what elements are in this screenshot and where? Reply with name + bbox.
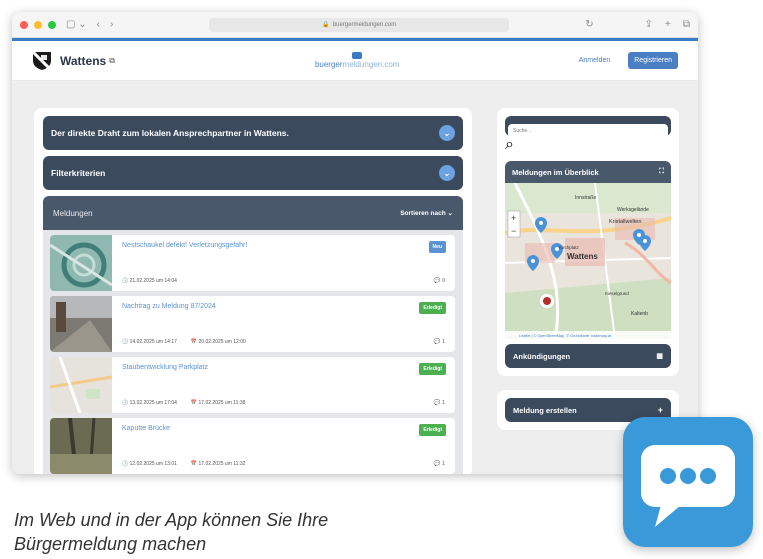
reports-panel: Meldungen Sortieren nach ⌄ Nestschaukel …: [43, 196, 463, 474]
browser-window: ▢ ⌄ ‹ › 🔒 buergermeldungen.com ↻ ⇪ + ⧉ W…: [12, 12, 698, 474]
filter-label: Filterkriterien: [51, 168, 106, 178]
done-date: 📅 17.02.2025 um 11:38: [190, 400, 246, 406]
browser-chrome: ▢ ⌄ ‹ › 🔒 buergermeldungen.com ↻ ⇪ + ⧉: [12, 12, 698, 38]
town-crest-icon: [32, 50, 52, 71]
address-text: buergermeldungen.com: [332, 21, 397, 28]
report-thumbnail: [50, 357, 112, 413]
done-date: 📅 20.02.2025 um 12:00: [190, 339, 246, 345]
created-date: 🕒 21.02.2025 um 14:04: [122, 278, 177, 284]
created-date: 🕒 13.02.2025 um 17:04: [122, 400, 177, 406]
address-bar[interactable]: 🔒 buergermeldungen.com: [209, 17, 510, 32]
report-thumbnail: [50, 418, 112, 474]
fullscreen-icon[interactable]: ⛶: [659, 168, 664, 176]
caption: Im Web und in der App können Sie Ihre Bü…: [14, 508, 534, 556]
map-label: Wattens: [567, 252, 598, 261]
brand-suffix: .com: [382, 60, 400, 69]
created-date: 🕒 14.02.2025 um 14:17: [122, 339, 177, 345]
status-badge: Erledigt: [419, 424, 446, 436]
status-badge: Neu: [428, 241, 446, 253]
new-tab-icon[interactable]: +: [665, 19, 671, 30]
search-box: [505, 116, 671, 138]
report-title[interactable]: Nestschaukel defekt! Verletzungsgefahr!: [122, 242, 445, 249]
reload-icon[interactable]: ↻: [585, 19, 593, 30]
brand-light: meldungen: [342, 60, 383, 69]
comment-count: 💬 1: [433, 461, 445, 467]
tabs-overview-icon[interactable]: ⧉: [683, 19, 690, 30]
map-label: Kristallwelten: [609, 219, 641, 225]
lock-icon: 🔒: [322, 22, 330, 28]
map-header: Meldungen im Überblick ⛶: [505, 161, 671, 183]
comment-count: 💬 1: [433, 339, 445, 345]
external-link-icon[interactable]: ⧉: [109, 56, 115, 66]
comment-count: 💬 0: [433, 278, 445, 284]
caption-line-1: Im Web und in der App können Sie Ihre: [14, 510, 329, 530]
done-date: 📅 17.02.2025 um 11:32: [190, 461, 246, 467]
minimize-window-button[interactable]: [34, 20, 42, 29]
announcements-accordion[interactable]: Ankündigungen ▦: [505, 344, 671, 368]
maximize-window-button[interactable]: [48, 20, 56, 29]
chevron-down-icon[interactable]: ⌄: [439, 125, 455, 141]
comment-count: 💬 1: [433, 400, 445, 406]
create-report-label: Meldung erstellen: [513, 405, 577, 415]
chat-bubble-icon: [641, 445, 735, 527]
map-canvas[interactable]: + − Innstraße Werksgelände Kristallwelte…: [505, 183, 671, 339]
direct-contact-label: Der direkte Draht zum lokalen Ansprechpa…: [51, 128, 289, 138]
forward-icon[interactable]: ›: [110, 19, 113, 30]
map-label: Innstraße: [575, 195, 596, 201]
report-item[interactable]: Kaputte Brücke Erledigt 🕒 12.02.2025 um …: [50, 418, 455, 474]
chevron-down-icon[interactable]: ⌄: [439, 165, 455, 181]
report-title[interactable]: Staubentwicklung Parkplatz: [122, 364, 445, 371]
reports-map[interactable]: + − Innstraße Werksgelände Kristallwelte…: [505, 183, 671, 339]
announcements-label: Ankündigungen: [513, 351, 571, 361]
chat-bubble-icon: [352, 52, 363, 59]
filter-accordion[interactable]: Filterkriterien ⌄: [43, 156, 463, 190]
report-title[interactable]: Nachtrag zu Meldung 87/2024: [122, 303, 445, 310]
created-date: 🕒 12.02.2025 um 13:01: [122, 461, 177, 467]
report-title[interactable]: Kaputte Brücke: [122, 425, 445, 432]
share-icon[interactable]: ⇪: [645, 19, 653, 30]
report-thumbnail: [50, 235, 112, 291]
sidebar-toggle-icon[interactable]: ▢ ⌄: [66, 19, 87, 30]
report-item[interactable]: Staubentwicklung Parkplatz Erledigt 🕒 13…: [50, 357, 455, 413]
status-badge: Erledigt: [419, 363, 446, 375]
zoom-out-button[interactable]: −: [511, 226, 516, 236]
search-icon[interactable]: ⌕: [505, 136, 514, 153]
report-thumbnail: [50, 296, 112, 352]
report-item[interactable]: Nachtrag zu Meldung 87/2024 Erledigt 🕒 1…: [50, 296, 455, 352]
map-attribution[interactable]: Leaflet | © OpenStreetMap, © Grundkarte:…: [519, 334, 612, 338]
brand-logo[interactable]: buergermeldungen.com: [314, 52, 400, 69]
calendar-icon: ▦: [656, 353, 663, 360]
town-name[interactable]: Wattens: [60, 54, 106, 68]
content-area: Der direkte Draht zum lokalen Ansprechpa…: [12, 82, 698, 474]
map-label: Kieselgrund: [605, 291, 629, 296]
search-input[interactable]: [508, 124, 668, 138]
caption-line-2: Bürgermeldung machen: [14, 534, 207, 554]
reports-header: Meldungen Sortieren nach ⌄: [43, 196, 463, 230]
back-icon[interactable]: ‹: [97, 19, 100, 30]
register-button[interactable]: Registrieren: [628, 52, 678, 69]
reports-column: Der direkte Draht zum lokalen Ansprechpa…: [34, 108, 472, 474]
status-badge: Erledigt: [419, 302, 446, 314]
map-label: Kaltenb: [631, 311, 648, 317]
reports-title: Meldungen: [53, 208, 93, 218]
brand-dark: buerger: [314, 60, 343, 69]
app-icon: [623, 417, 753, 547]
login-link[interactable]: Anmelden: [579, 57, 611, 64]
page-root: ▢ ⌄ ‹ › 🔒 buergermeldungen.com ↻ ⇪ + ⧉ W…: [0, 0, 763, 559]
map-label: Kirchplatz: [559, 245, 580, 250]
close-window-button[interactable]: [20, 20, 28, 29]
report-item[interactable]: Nestschaukel defekt! Verletzungsgefahr! …: [50, 235, 455, 291]
map-card: ⌕ Meldungen im Überblick ⛶: [497, 108, 679, 376]
site-header: Wattens ⧉ buergermeldungen.com Anmelden …: [12, 41, 698, 81]
plus-icon: +: [657, 405, 663, 415]
map-title: Meldungen im Überblick: [512, 167, 599, 177]
sort-dropdown[interactable]: Sortieren nach ⌄: [400, 209, 453, 217]
map-label: Werksgelände: [617, 207, 649, 213]
direct-contact-accordion[interactable]: Der direkte Draht zum lokalen Ansprechpa…: [43, 116, 463, 150]
zoom-in-button[interactable]: +: [511, 213, 516, 223]
